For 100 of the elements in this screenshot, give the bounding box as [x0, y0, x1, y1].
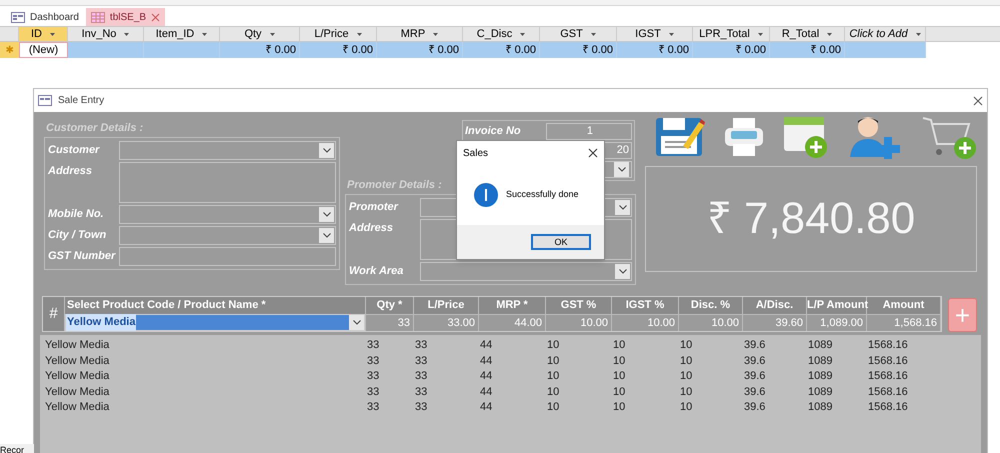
column-header[interactable]: ID — [19, 27, 68, 41]
list-cell-text: 10 — [680, 338, 694, 352]
column-header[interactable]: Click to Add — [845, 27, 926, 41]
list-cell-text: 44 — [480, 369, 494, 384]
info-icon — [474, 183, 498, 207]
list-cell-text: 10 — [613, 338, 626, 352]
list-cell-text: 39.6 — [744, 369, 766, 384]
dropdown-button[interactable] — [349, 315, 364, 330]
list-cell-text: 1089 — [808, 400, 834, 414]
window-plus-icon[interactable] — [782, 115, 830, 159]
list-cell-text: 1089 — [808, 384, 834, 399]
list-cell-text: 1089 — [808, 338, 834, 352]
field-label: City / Town — [48, 228, 108, 243]
dropdown-arrow-icon — [124, 32, 130, 36]
list-cell-text: Yellow Media — [45, 369, 110, 384]
field-label: Address — [48, 164, 94, 179]
table-icon — [90, 12, 105, 22]
close-icon[interactable] — [588, 148, 598, 158]
list-cell-text: 10 — [680, 369, 694, 384]
input-field[interactable] — [420, 262, 632, 281]
list-cell-text: 10 — [547, 400, 560, 414]
input-field[interactable] — [119, 205, 336, 224]
column-header[interactable]: IGST — [617, 27, 693, 41]
dropdown-button[interactable] — [319, 207, 334, 222]
table-cell[interactable]: ₹ 0.00 — [220, 42, 300, 58]
list-cell-text: 1568.16 — [868, 369, 909, 384]
chevron-down-icon — [618, 167, 626, 172]
dropdown-arrow-icon — [433, 32, 438, 36]
cart-plus-icon[interactable] — [921, 114, 977, 160]
table-cell[interactable]: (New) — [19, 42, 68, 58]
list-cell-text: 33 — [415, 384, 428, 399]
field-value: Yellow Media — [66, 314, 136, 331]
column-header: Amount — [882, 298, 926, 313]
list-cell-text: 33 — [415, 338, 428, 352]
field-value: 1 — [586, 124, 593, 140]
list-cell-text: 10 — [613, 400, 626, 414]
dropdown-button[interactable] — [614, 162, 629, 177]
ok-button[interactable]: OK — [531, 234, 591, 250]
column-header[interactable]: MRP — [377, 27, 463, 41]
list-cell-text: 10 — [680, 354, 694, 368]
list-cell-text: 39.6 — [744, 400, 766, 414]
dropdown-arrow-icon — [270, 32, 275, 36]
table-cell[interactable]: ₹ 0.00 — [540, 42, 617, 58]
column-header: MRP * — [495, 298, 529, 313]
list-cell-text: 1089 — [808, 369, 834, 384]
list-cell-text: 39.6 — [744, 354, 766, 368]
chevron-down-icon — [618, 205, 626, 210]
dropdown-button[interactable] — [319, 143, 334, 158]
section-title: Customer Details : — [46, 121, 144, 136]
field-label: Promoter — [349, 200, 400, 215]
table-cell[interactable] — [68, 42, 144, 58]
list-cell-text: 1568.16 — [868, 354, 909, 368]
input-field[interactable] — [119, 226, 336, 245]
list-cell-text: 44 — [480, 384, 494, 399]
table-cell[interactable]: ₹ 0.00 — [463, 42, 540, 58]
dropdown-arrow-icon — [520, 32, 526, 36]
table-cell[interactable] — [845, 42, 926, 58]
column-header[interactable]: Qty — [220, 27, 300, 41]
product-combo[interactable]: Yellow Media — [65, 314, 365, 331]
table-cell[interactable] — [144, 42, 220, 58]
dropdown-arrow-icon — [590, 32, 596, 36]
column-header[interactable]: Item_ID — [144, 27, 220, 41]
table-cell[interactable]: ₹ 0.00 — [770, 42, 845, 58]
column-header[interactable]: LPR_Total — [693, 27, 770, 41]
table-cell[interactable]: ₹ 0.00 — [617, 42, 693, 58]
floppy-pencil-icon[interactable] — [655, 116, 705, 158]
column-header[interactable]: L/Price — [300, 27, 377, 41]
column-header: IGST % — [624, 298, 666, 313]
list-cell-text: Yellow Media — [45, 354, 110, 368]
field-label: GST Number — [48, 249, 116, 264]
list-cell-text: 10 — [613, 369, 626, 384]
chevron-down-icon — [322, 233, 330, 238]
table-cell[interactable]: ₹ 0.00 — [693, 42, 770, 58]
field-label: Work Area — [349, 264, 404, 279]
column-header[interactable]: R_Total — [770, 27, 845, 41]
list-cell-text: 1089 — [808, 354, 834, 368]
table-cell[interactable]: ₹ 0.00 — [300, 42, 377, 58]
input-field[interactable] — [119, 247, 336, 266]
table-cell[interactable]: ₹ 0.00 — [377, 42, 463, 58]
column-header[interactable]: Inv_No — [68, 27, 144, 41]
field-label: Invoice No — [465, 124, 522, 139]
printer-icon[interactable] — [722, 116, 764, 158]
list-cell-text: Yellow Media — [45, 338, 110, 352]
column-header[interactable]: C_Disc — [463, 27, 540, 41]
dropdown-button[interactable] — [615, 264, 630, 279]
close-icon[interactable] — [973, 96, 983, 106]
list-cell-text: 10 — [613, 354, 626, 368]
column-header[interactable]: GST — [540, 27, 617, 41]
input-field[interactable] — [119, 141, 336, 160]
dropdown-arrow-icon — [668, 32, 674, 36]
dropdown-arrow-icon — [202, 32, 208, 36]
dropdown-button[interactable] — [615, 200, 630, 215]
list-cell-text: 10 — [547, 384, 560, 399]
document-tab[interactable]: tblSE_B — [86, 8, 166, 26]
list-cell-text: 10 — [680, 384, 694, 399]
column-header: L/Price — [426, 298, 466, 313]
form-icon — [38, 95, 52, 106]
dropdown-button[interactable] — [319, 228, 334, 243]
input-field[interactable] — [119, 162, 336, 203]
list-cell-text: 10 — [547, 369, 560, 384]
